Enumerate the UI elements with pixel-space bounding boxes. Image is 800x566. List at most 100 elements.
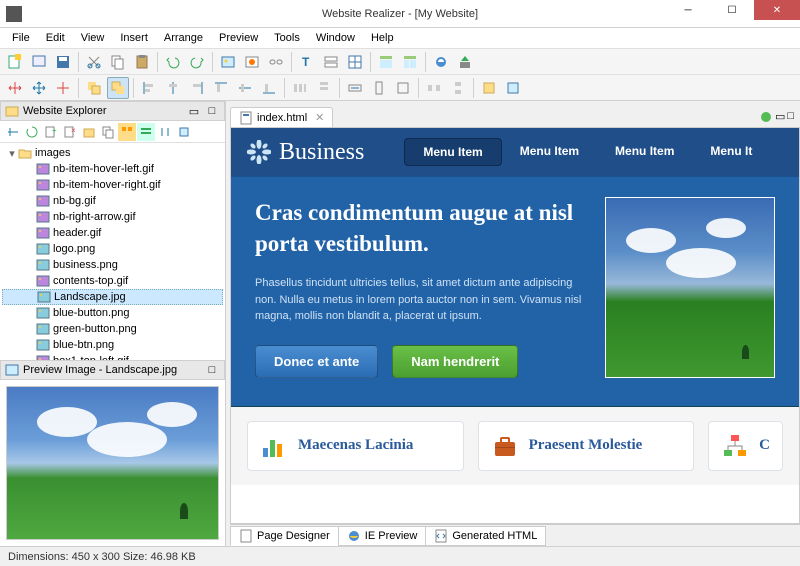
menu-edit[interactable]: Edit [38, 30, 73, 46]
style2-icon[interactable] [502, 77, 524, 99]
tree-file[interactable]: header.gif [2, 225, 223, 241]
size-h-icon[interactable] [368, 77, 390, 99]
align-top-icon[interactable] [210, 77, 232, 99]
tree-file[interactable]: logo.png [2, 241, 223, 257]
tree-file[interactable]: blue-button.png [2, 305, 223, 321]
panel-max-icon[interactable]: □ [204, 104, 220, 118]
nav-item[interactable]: Menu Item [597, 138, 692, 166]
style1-icon[interactable] [478, 77, 500, 99]
save-icon[interactable] [52, 51, 74, 73]
hero-button-2[interactable]: Nam hendrerit [392, 345, 518, 378]
tree-file[interactable]: Landscape.jpg [2, 289, 223, 305]
menu-help[interactable]: Help [363, 30, 402, 46]
exp-view2-icon[interactable] [137, 123, 155, 141]
size-both-icon[interactable] [392, 77, 414, 99]
exp-new-icon[interactable]: + [42, 123, 60, 141]
feature-row[interactable]: Maecenas Lacinia Praesent Molestie C [231, 407, 799, 485]
nav-item[interactable]: Menu Item [404, 138, 501, 166]
collapse-icon[interactable]: ▾ [6, 147, 18, 160]
hero-button-1[interactable]: Donec et ante [255, 345, 378, 378]
form-icon[interactable] [320, 51, 342, 73]
tree-file[interactable]: nb-right-arrow.gif [2, 209, 223, 225]
exp-refresh-icon[interactable] [23, 123, 41, 141]
paste-icon[interactable] [131, 51, 153, 73]
exp-filter-icon[interactable] [175, 123, 193, 141]
editor-status-icon[interactable] [759, 110, 773, 127]
file-tree[interactable]: ▾ images nb-item-hover-left.gifnb-item-h… [0, 143, 225, 360]
menu-arrange[interactable]: Arrange [156, 30, 211, 46]
menu-window[interactable]: Window [308, 30, 363, 46]
exp-view1-icon[interactable] [118, 123, 136, 141]
redo-icon[interactable] [186, 51, 208, 73]
resize2-icon[interactable] [52, 77, 74, 99]
hero-image[interactable] [605, 197, 775, 378]
media-icon[interactable] [241, 51, 263, 73]
feature-box[interactable]: Praesent Molestie [478, 421, 695, 471]
menu-insert[interactable]: Insert [112, 30, 156, 46]
nav-item[interactable]: Menu It [692, 138, 770, 166]
panel-minimize-icon[interactable]: ▭ [186, 104, 202, 118]
align-center-h-icon[interactable] [162, 77, 184, 99]
hero-section[interactable]: Cras condimentum augue at nisl porta ves… [231, 176, 799, 407]
preview-icon[interactable] [430, 51, 452, 73]
size-w-icon[interactable] [344, 77, 366, 99]
nav-item[interactable]: Menu Item [502, 138, 597, 166]
menu-view[interactable]: View [73, 30, 113, 46]
tab-page-designer[interactable]: Page Designer [230, 526, 339, 546]
move-icon[interactable] [28, 77, 50, 99]
tree-file[interactable]: business.png [2, 257, 223, 273]
exp-nav-icon[interactable] [4, 123, 22, 141]
tree-file[interactable]: green-button.png [2, 321, 223, 337]
feature-box[interactable]: Maecenas Lacinia [247, 421, 464, 471]
align-middle-icon[interactable] [234, 77, 256, 99]
open-icon[interactable] [28, 51, 50, 73]
minimize-button[interactable]: ─ [666, 0, 710, 20]
space-h-icon[interactable] [423, 77, 445, 99]
image-icon[interactable] [217, 51, 239, 73]
design-canvas[interactable]: Business Menu Item Menu Item Menu Item M… [230, 127, 800, 524]
publish-icon[interactable] [454, 51, 476, 73]
tree-file[interactable]: box1-top-left.gif [2, 353, 223, 360]
text-icon[interactable]: T [296, 51, 318, 73]
tab-generated-html[interactable]: Generated HTML [425, 526, 546, 546]
undo-icon[interactable] [162, 51, 184, 73]
tab-ie-preview[interactable]: IE Preview [338, 526, 427, 546]
tree-file[interactable]: nb-item-hover-left.gif [2, 161, 223, 177]
cut-icon[interactable] [83, 51, 105, 73]
feature-box[interactable]: C [708, 421, 783, 471]
editor-tab[interactable]: index.html ✕ [230, 107, 333, 127]
exp-del-icon[interactable]: × [61, 123, 79, 141]
preview-max-icon[interactable]: □ [204, 363, 220, 377]
align-right-icon[interactable] [186, 77, 208, 99]
link-icon[interactable] [265, 51, 287, 73]
align-bottom-icon[interactable] [258, 77, 280, 99]
tree-file[interactable]: contents-top.gif [2, 273, 223, 289]
layout2-icon[interactable] [399, 51, 421, 73]
tree-folder[interactable]: ▾ images [2, 145, 223, 161]
new-page-icon[interactable] [4, 51, 26, 73]
layer1-icon[interactable] [83, 77, 105, 99]
space-v-icon[interactable] [447, 77, 469, 99]
exp-copy-icon[interactable] [99, 123, 117, 141]
menu-file[interactable]: File [4, 30, 38, 46]
exp-folder-icon[interactable] [80, 123, 98, 141]
menu-preview[interactable]: Preview [211, 30, 266, 46]
table-icon[interactable] [344, 51, 366, 73]
layer2-icon[interactable] [107, 77, 129, 99]
distribute-h-icon[interactable] [289, 77, 311, 99]
tree-file[interactable]: nb-item-hover-right.gif [2, 177, 223, 193]
tab-close-icon[interactable]: ✕ [315, 111, 324, 124]
align-left-icon[interactable] [138, 77, 160, 99]
tree-file[interactable]: blue-btn.png [2, 337, 223, 353]
tree-file[interactable]: nb-bg.gif [2, 193, 223, 209]
resize1-icon[interactable] [4, 77, 26, 99]
distribute-v-icon[interactable] [313, 77, 335, 99]
menu-tools[interactable]: Tools [266, 30, 308, 46]
exp-sort-icon[interactable] [156, 123, 174, 141]
close-button[interactable]: ✕ [754, 0, 800, 20]
hero-heading[interactable]: Cras condimentum augue at nisl porta ves… [255, 197, 585, 259]
editor-min-icon[interactable]: ▭ [775, 110, 785, 127]
site-header[interactable]: Business Menu Item Menu Item Menu Item M… [231, 128, 799, 176]
hero-body[interactable]: Phasellus tincidunt ultricies tellus, si… [255, 275, 585, 325]
maximize-button[interactable]: ☐ [710, 0, 754, 20]
